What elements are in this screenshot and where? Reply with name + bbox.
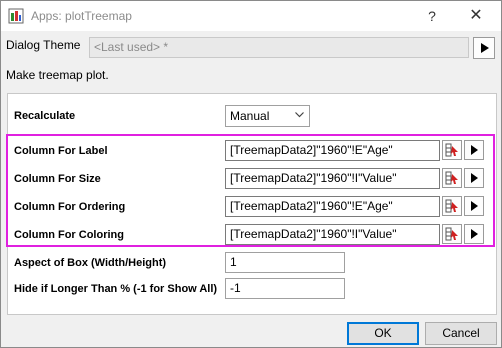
column-for-size-label: Column For Size (14, 173, 101, 185)
recalculate-label: Recalculate (14, 110, 76, 122)
column-for-coloring-label: Column For Coloring (14, 229, 124, 241)
column-picker-icon (445, 199, 458, 213)
column-for-coloring-picker-button[interactable] (442, 224, 462, 244)
close-button[interactable]: ✕ (461, 6, 491, 26)
column-for-size-picker-button[interactable] (442, 168, 462, 188)
cancel-button[interactable]: Cancel (425, 322, 497, 345)
help-button[interactable]: ? (419, 6, 445, 26)
column-for-ordering-menu-button[interactable] (464, 196, 484, 216)
window-title: Apps: plotTreemap (31, 9, 132, 23)
recalculate-value: Manual (230, 109, 270, 123)
column-for-coloring-menu-button[interactable] (464, 224, 484, 244)
recalculate-select[interactable]: Manual (225, 105, 310, 127)
dialog-window: Apps: plotTreemap ? ✕ Dialog Theme <Last… (0, 0, 502, 348)
column-for-ordering-label: Column For Ordering (14, 201, 126, 213)
title-bar[interactable]: Apps: plotTreemap ? ✕ (1, 1, 501, 31)
dialog-theme-field[interactable]: <Last used> * (89, 37, 469, 58)
column-for-size-menu-button[interactable] (464, 168, 484, 188)
column-for-label-menu-button[interactable] (464, 140, 484, 160)
hide-threshold-label: Hide if Longer Than % (-1 for Show All) (14, 283, 218, 295)
hide-threshold-input[interactable]: -1 (225, 278, 345, 299)
aspect-input[interactable]: 1 (225, 252, 345, 273)
column-for-size-input[interactable]: [TreemapData2]"1960"!I"Value" (225, 168, 440, 189)
chevron-down-icon (295, 112, 304, 118)
ok-button[interactable]: OK (347, 322, 419, 345)
app-icon (8, 8, 24, 24)
column-for-label-picker-button[interactable] (442, 140, 462, 160)
column-picker-icon (445, 227, 458, 241)
aspect-label: Aspect of Box (Width/Height) (14, 257, 167, 269)
column-picker-icon (445, 143, 458, 157)
column-for-label-input[interactable]: [TreemapData2]"1960"!E"Age" (225, 140, 440, 161)
dialog-theme-menu-button[interactable] (473, 37, 495, 59)
column-for-ordering-input[interactable]: [TreemapData2]"1960"!E"Age" (225, 196, 440, 217)
column-picker-icon (445, 171, 458, 185)
column-for-ordering-picker-button[interactable] (442, 196, 462, 216)
dialog-theme-label: Dialog Theme (6, 38, 81, 52)
column-for-label-label: Column For Label (14, 145, 108, 157)
dialog-description: Make treemap plot. (6, 68, 109, 82)
column-for-coloring-input[interactable]: [TreemapData2]"1960"!I"Value" (225, 224, 440, 245)
